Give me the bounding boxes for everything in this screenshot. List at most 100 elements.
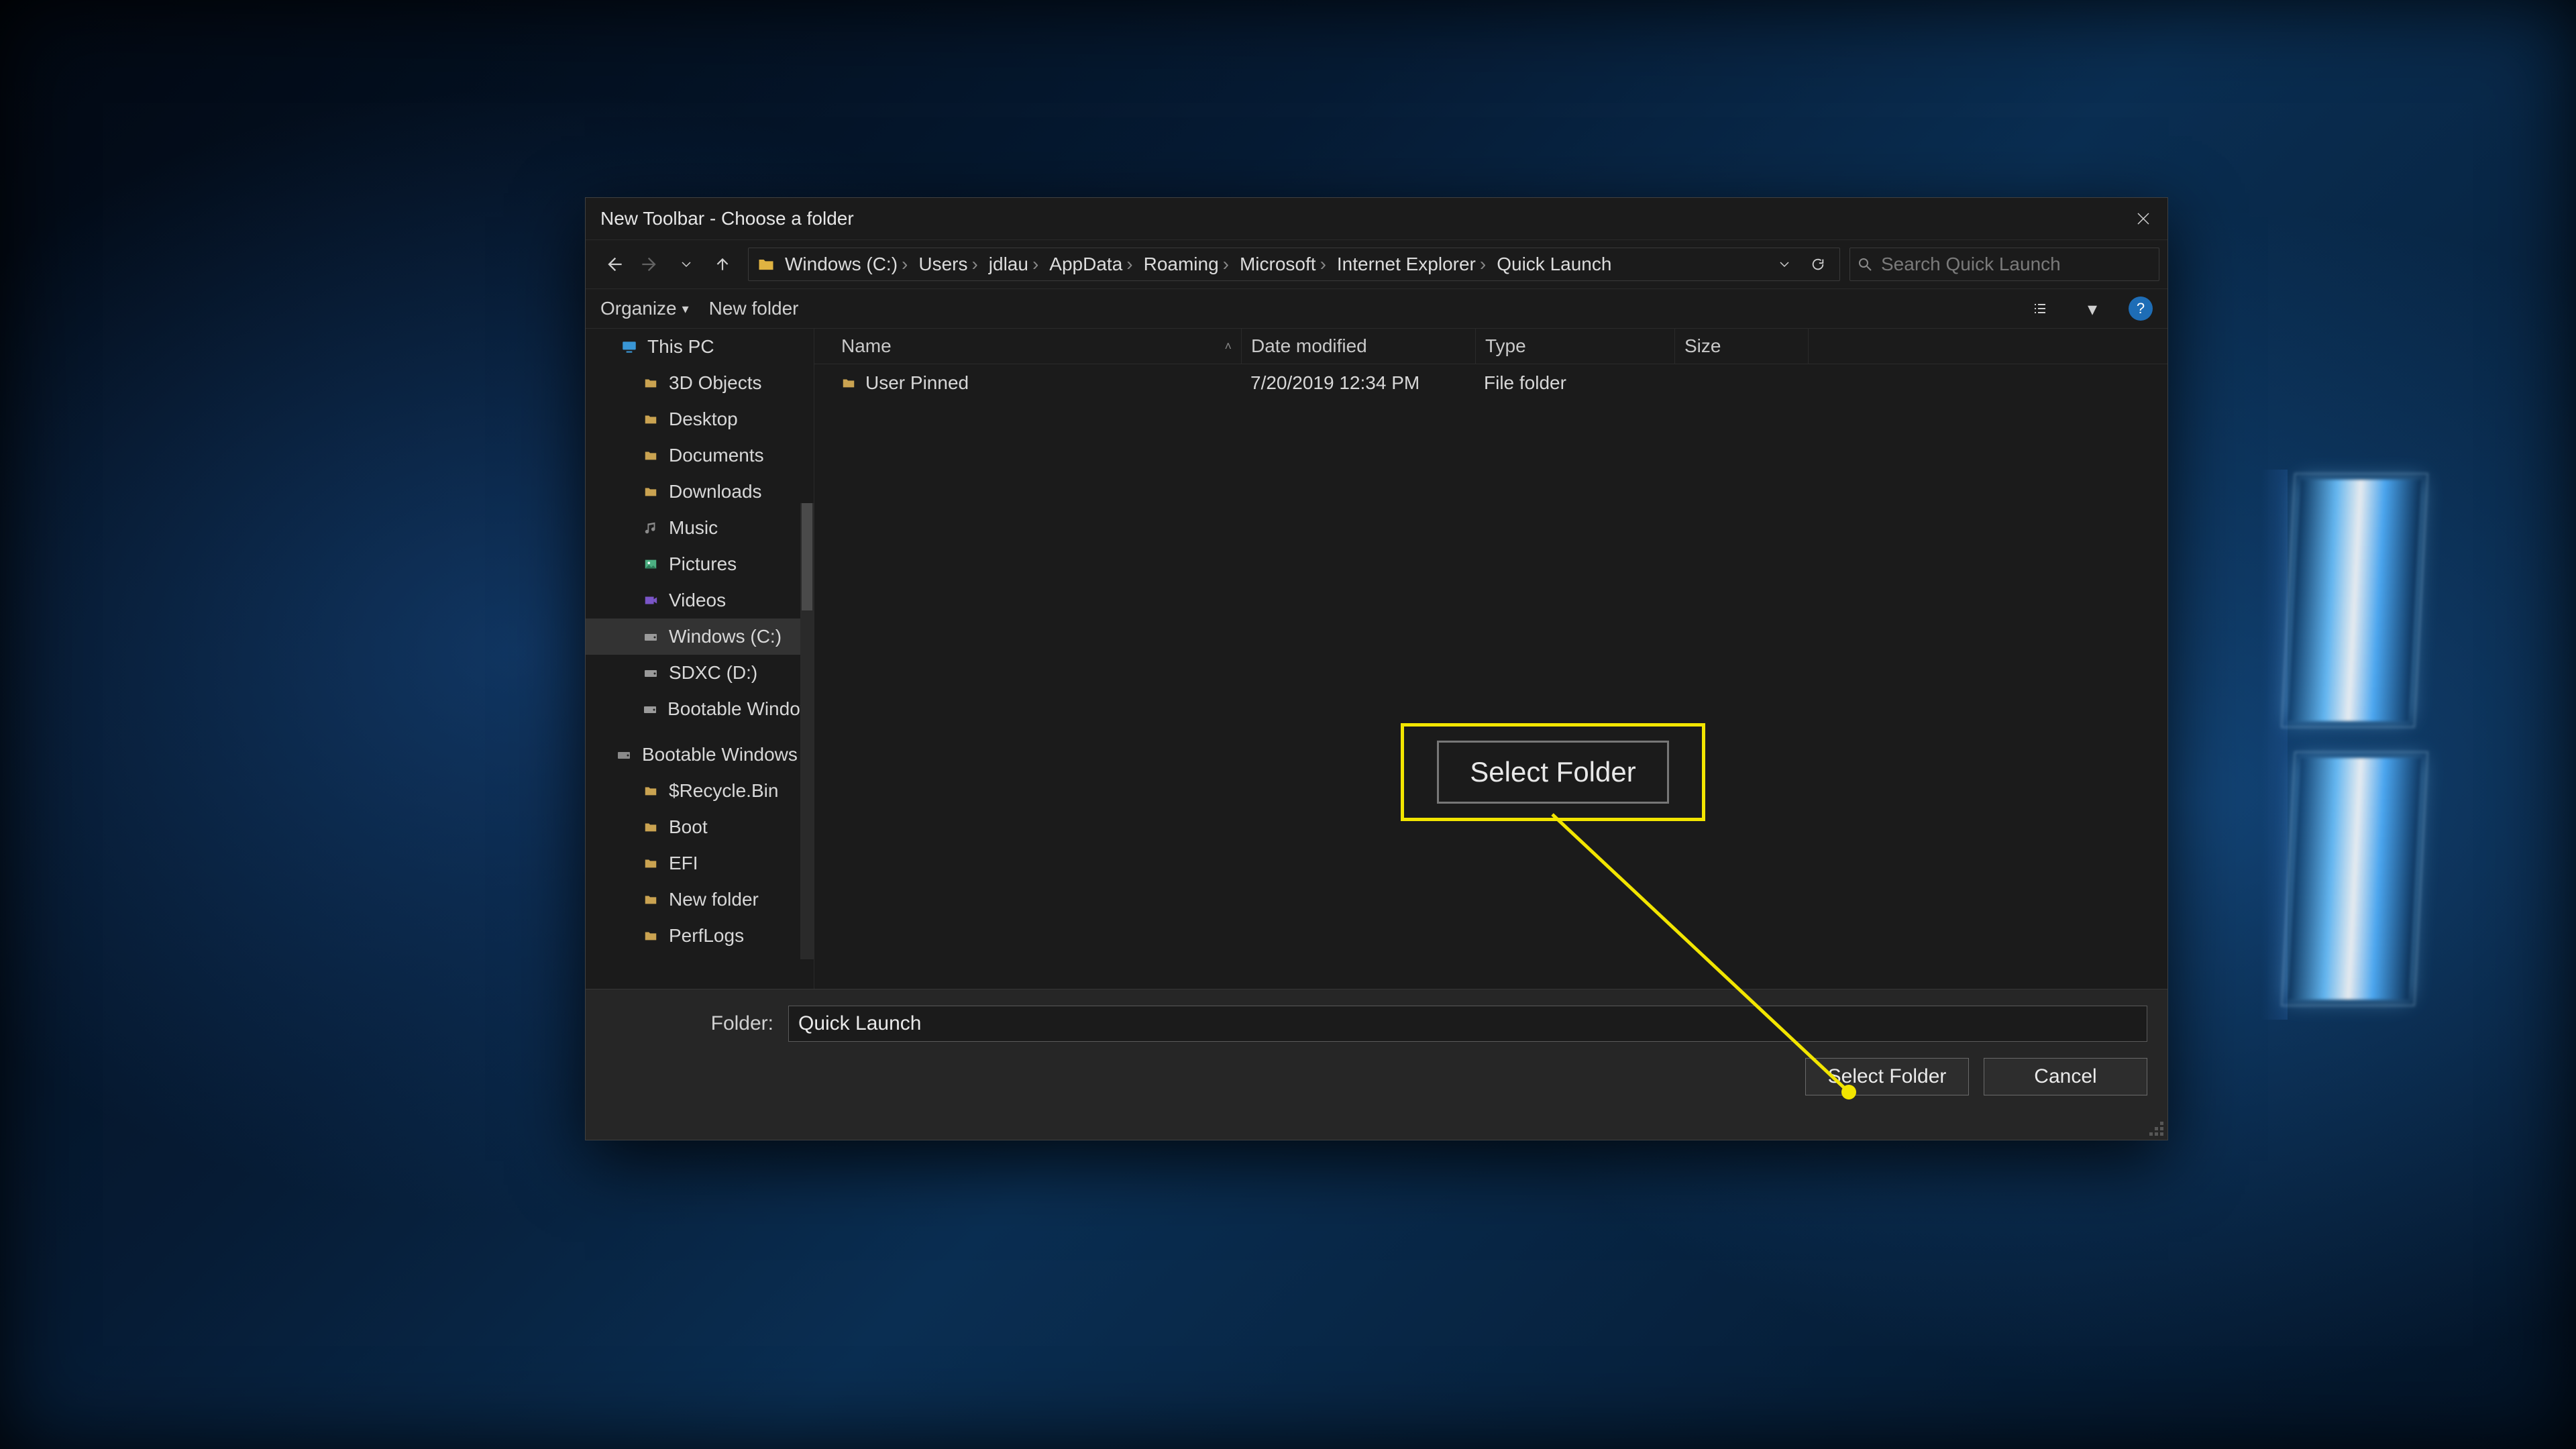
- nav-tree[interactable]: This PC 3D Objects Desktop Documents Dow…: [586, 329, 814, 989]
- resize-grip[interactable]: [2147, 1120, 2165, 1137]
- tree-item[interactable]: Downloads: [586, 474, 814, 510]
- search-box[interactable]: [1849, 248, 2159, 281]
- tree-item[interactable]: $Recycle.Bin: [586, 773, 814, 809]
- tree-item[interactable]: EFI: [586, 845, 814, 881]
- col-type[interactable]: Type: [1476, 329, 1675, 364]
- history-dropdown[interactable]: [670, 248, 702, 280]
- new-folder-button[interactable]: New folder: [709, 298, 799, 319]
- file-list[interactable]: Name˄ Date modified Type Size User Pinne…: [814, 329, 2167, 989]
- tree-label: $Recycle.Bin: [669, 780, 778, 802]
- folder-icon: [641, 853, 661, 873]
- file-row[interactable]: User Pinned 7/20/2019 12:34 PM File fold…: [814, 364, 2167, 402]
- desktop-decoration: [2106, 0, 2576, 1449]
- arrow-left-icon: [604, 255, 623, 274]
- help-button[interactable]: ?: [2129, 297, 2153, 321]
- close-button[interactable]: [2119, 198, 2167, 239]
- caret-down-icon: ▾: [2088, 298, 2097, 320]
- tree-label: Bootable Windows: [642, 744, 798, 765]
- item-icon: [641, 663, 661, 683]
- back-button[interactable]: [598, 248, 630, 280]
- view-options-button[interactable]: [2024, 292, 2056, 325]
- col-name[interactable]: Name˄: [814, 329, 1242, 364]
- tree-label: Pictures: [669, 553, 737, 575]
- titlebar[interactable]: New Toolbar - Choose a folder: [586, 198, 2167, 240]
- item-icon: [641, 699, 659, 719]
- annotation-callout: Select Folder: [1401, 723, 1705, 821]
- tree-label: Videos: [669, 590, 726, 611]
- address-bar[interactable]: Windows (C:)› Users› jdlau› AppData› Roa…: [748, 248, 1840, 281]
- nav-row: Windows (C:)› Users› jdlau› AppData› Roa…: [586, 240, 2167, 289]
- tree-label: Windows (C:): [669, 626, 782, 647]
- folder-picker-dialog: New Toolbar - Choose a folder Windows (C…: [585, 197, 2168, 1140]
- pc-icon: [619, 337, 639, 357]
- breadcrumb-segment[interactable]: Roaming›: [1140, 254, 1233, 275]
- tree-item[interactable]: Videos: [586, 582, 814, 619]
- tree-root-this-pc[interactable]: This PC: [586, 329, 814, 365]
- file-type: File folder: [1474, 372, 1673, 394]
- refresh-button[interactable]: [1802, 248, 1834, 280]
- up-button[interactable]: [706, 248, 739, 280]
- tree-item[interactable]: Music: [586, 510, 814, 546]
- column-headers[interactable]: Name˄ Date modified Type Size: [814, 329, 2167, 364]
- breadcrumb-segment[interactable]: jdlau›: [985, 254, 1043, 275]
- breadcrumb-segment[interactable]: Quick Launch: [1493, 254, 1615, 275]
- cancel-button[interactable]: Cancel: [1984, 1058, 2147, 1095]
- view-dropdown[interactable]: ▾: [2076, 292, 2108, 325]
- tree-item[interactable]: Desktop: [586, 401, 814, 437]
- tree-label: 3D Objects: [669, 372, 762, 394]
- tree-label: SDXC (D:): [669, 662, 757, 684]
- tree-label: PerfLogs: [669, 925, 744, 947]
- breadcrumb-segment[interactable]: Microsoft›: [1236, 254, 1330, 275]
- tree-item[interactable]: SDXC (D:): [586, 655, 814, 691]
- tree-label: This PC: [647, 336, 714, 358]
- tree-item[interactable]: Documents: [586, 437, 814, 474]
- close-icon: [2135, 211, 2151, 227]
- item-icon: [641, 518, 661, 538]
- tree-item[interactable]: 3D Objects: [586, 365, 814, 401]
- item-icon: [641, 445, 661, 466]
- tree-label: New folder: [669, 889, 759, 910]
- forward-button[interactable]: [634, 248, 666, 280]
- breadcrumb-segment[interactable]: Users›: [914, 254, 981, 275]
- folder-icon: [641, 926, 661, 946]
- view-list-icon: [2032, 301, 2048, 317]
- arrow-right-icon: [641, 255, 659, 274]
- scrollbar-thumb[interactable]: [802, 503, 812, 610]
- file-name: User Pinned: [865, 372, 969, 394]
- tree-root-bootable[interactable]: Bootable Windows: [586, 737, 814, 773]
- address-dropdown[interactable]: [1768, 248, 1801, 280]
- tree-item[interactable]: Boot: [586, 809, 814, 845]
- tree-item[interactable]: Bootable Window: [586, 691, 814, 727]
- chevron-down-icon: [1778, 258, 1790, 270]
- select-folder-button[interactable]: Select Folder: [1805, 1058, 1969, 1095]
- annotation-label: Select Folder: [1437, 741, 1668, 804]
- folder-icon: [641, 890, 661, 910]
- search-icon: [1857, 256, 1873, 272]
- col-date[interactable]: Date modified: [1242, 329, 1476, 364]
- folder-icon: [754, 252, 778, 276]
- tree-item[interactable]: Pictures: [586, 546, 814, 582]
- folder-name-input[interactable]: [788, 1006, 2147, 1042]
- organize-menu[interactable]: Organize▾: [600, 298, 689, 319]
- tree-item[interactable]: Windows (C:): [586, 619, 814, 655]
- drive-icon: [614, 745, 634, 765]
- tree-scrollbar[interactable]: [800, 503, 814, 959]
- tree-item[interactable]: New folder: [586, 881, 814, 918]
- help-icon: ?: [2137, 300, 2145, 317]
- search-input[interactable]: [1880, 253, 2152, 276]
- tree-label: Music: [669, 517, 718, 539]
- arrow-up-icon: [714, 256, 731, 273]
- item-icon: [641, 627, 661, 647]
- tree-label: Bootable Window: [667, 698, 814, 720]
- breadcrumb-segment[interactable]: AppData›: [1045, 254, 1136, 275]
- tree-label: EFI: [669, 853, 698, 874]
- item-icon: [641, 373, 661, 393]
- col-size[interactable]: Size: [1675, 329, 1809, 364]
- item-icon: [641, 554, 661, 574]
- caret-down-icon: ▾: [682, 301, 689, 317]
- breadcrumb-segment[interactable]: Windows (C:)›: [781, 254, 912, 275]
- tree-item[interactable]: PerfLogs: [586, 918, 814, 954]
- folder-icon: [841, 376, 856, 390]
- item-icon: [641, 409, 661, 429]
- breadcrumb-segment[interactable]: Internet Explorer›: [1333, 254, 1490, 275]
